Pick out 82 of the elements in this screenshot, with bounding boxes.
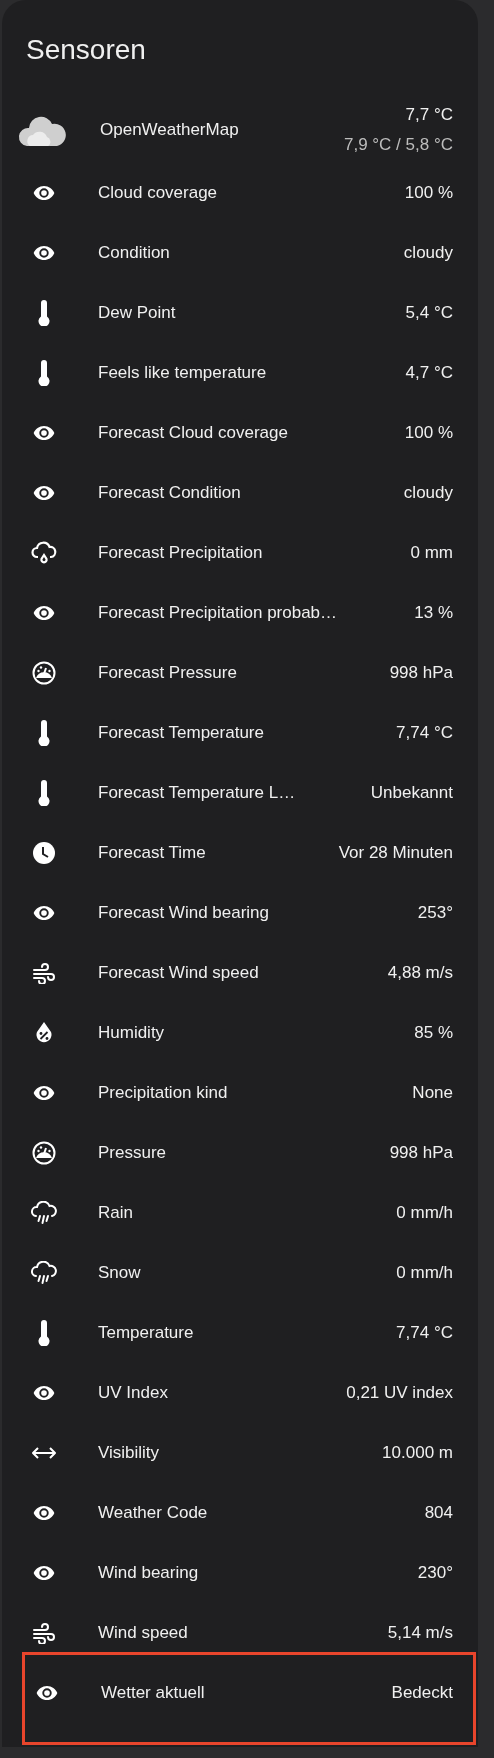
wind-icon [32, 962, 56, 984]
sensor-name: Wind speed [98, 1622, 188, 1645]
thermometer-icon [38, 720, 50, 746]
eye-icon [32, 485, 56, 501]
arrows-icon [31, 1446, 57, 1460]
sensor-name: Forecast Precipitation [98, 542, 263, 565]
sensor-name: Humidity [98, 1022, 165, 1045]
wind-icon [32, 1622, 56, 1644]
cloud-drop-icon [31, 541, 57, 565]
entity-name: OpenWeatherMap [100, 119, 239, 142]
thermometer-icon [38, 300, 50, 326]
sensor-value: Vor 28 Minuten [337, 842, 453, 865]
thermometer-icon [38, 780, 50, 806]
sensor-value: 10.000 m [381, 1442, 453, 1465]
sensor-name: Precipitation kind [98, 1082, 228, 1105]
sensor-name: Temperature [98, 1322, 194, 1345]
temperature-range: 7,9 °C / 5,8 °C [343, 134, 453, 156]
sensor-value: 998 hPa [388, 662, 453, 685]
sensor-value: 85 % [413, 1022, 453, 1045]
sensor-name: Wind bearing [98, 1562, 199, 1585]
rain-cloud-icon [31, 1201, 57, 1225]
sensor-value: 100 % [403, 422, 453, 445]
sensor-value: 5,14 m/s [386, 1622, 453, 1645]
sensor-name: Wetter aktuell [101, 1682, 205, 1705]
sensor-name: UV Index [98, 1382, 168, 1405]
thermometer-icon [38, 360, 50, 386]
sensor-name: Forecast Pressure [98, 662, 237, 685]
sensor-value: 0 mm/h [395, 1202, 453, 1225]
sensor-name: Forecast Cloud coverage [98, 422, 288, 445]
sensor-value: Unbekannt [369, 782, 453, 805]
eye-icon [32, 1565, 56, 1581]
sensor-value: 100 % [403, 182, 453, 205]
eye-icon [32, 185, 56, 201]
eye-icon [32, 605, 56, 621]
sensor-value: 0 mm [409, 542, 453, 565]
sensor-value: 230° [416, 1562, 453, 1585]
temperature-value: 7,7 °C [405, 104, 453, 126]
eye-icon [32, 1085, 56, 1101]
sensor-name: Weather Code [98, 1502, 208, 1525]
sensor-name: Visibility [98, 1442, 160, 1465]
clock-icon [32, 841, 56, 865]
sensor-value: 0 mm/h [395, 1262, 453, 1285]
eye-icon [32, 905, 56, 921]
eye-icon [35, 1685, 59, 1701]
sensor-name: Forecast Temperature [98, 722, 264, 745]
sensor-value: cloudy [402, 242, 453, 265]
sensor-value: cloudy [402, 482, 453, 505]
sensor-value: Bedeckt [390, 1682, 453, 1705]
sensor-value: 998 hPa [388, 1142, 453, 1165]
sensor-value: 5,4 °C [404, 302, 453, 325]
sensor-value: 804 [423, 1502, 453, 1525]
card-title: Sensoren [26, 35, 146, 64]
sensor-name: Feels like temperature [98, 362, 267, 385]
eye-icon [32, 425, 56, 441]
sensor-name: Snow [98, 1262, 141, 1285]
sensor-name: Pressure [98, 1142, 167, 1165]
sensor-name: Forecast Temperature L… [98, 782, 296, 805]
sensor-name: Condition [98, 242, 170, 265]
thermometer-icon [38, 1320, 50, 1346]
sensor-name: Rain [98, 1202, 133, 1225]
gauge-icon [32, 661, 56, 685]
gauge-icon [32, 1141, 56, 1165]
sensor-name: Forecast Condition [98, 482, 241, 505]
sensor-name: Forecast Wind bearing [98, 902, 270, 925]
sensor-name: Dew Point [98, 302, 176, 325]
rain-cloud-icon [31, 1261, 57, 1285]
sensor-name: Cloud coverage [98, 182, 218, 205]
sensor-value: 4,88 m/s [386, 962, 453, 985]
drop-icon [35, 1021, 53, 1045]
sensor-name: Forecast Precipitation probab… [98, 602, 338, 625]
sensor-value: 7,74 °C [395, 1322, 453, 1345]
sensor-value: None [411, 1082, 453, 1105]
eye-icon [32, 1505, 56, 1521]
sensor-value: 13 % [413, 602, 453, 625]
eye-icon [32, 245, 56, 261]
sensor-name: Forecast Wind speed [98, 962, 259, 985]
sensor-name: Forecast Time [98, 842, 206, 865]
sensor-value: 0,21 UV index [345, 1382, 453, 1405]
sensor-value: 4,7 °C [404, 362, 453, 385]
sensor-value: 7,74 °C [395, 722, 453, 745]
eye-icon [32, 1385, 56, 1401]
sensor-value: 253° [416, 902, 453, 925]
